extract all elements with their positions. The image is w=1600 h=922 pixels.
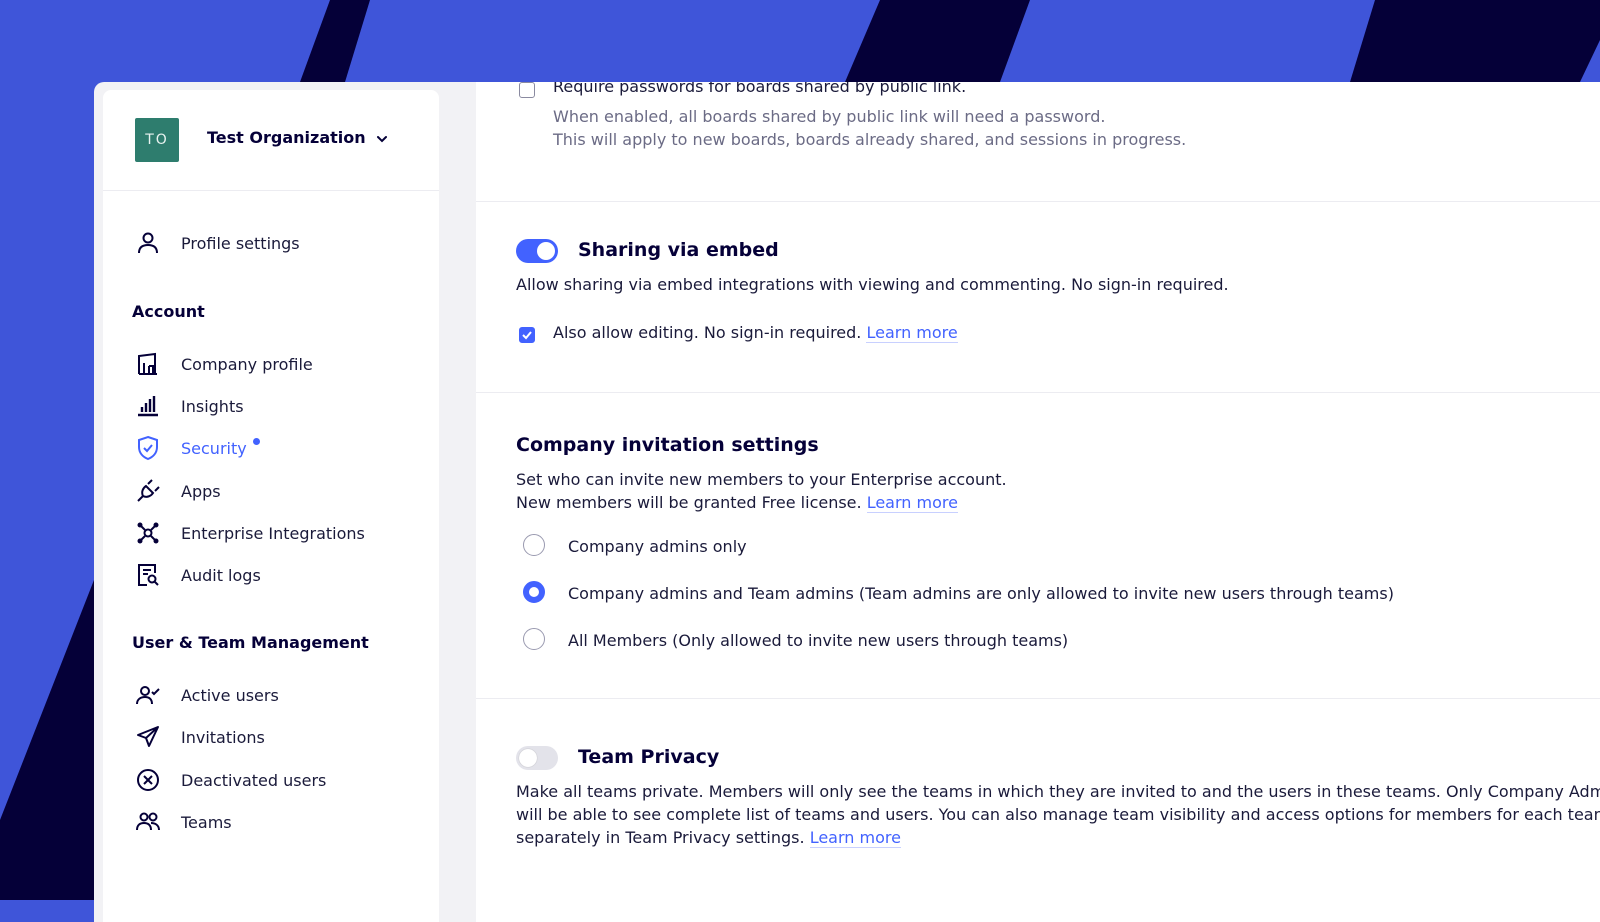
- require-password-label: Require passwords for boards shared by p…: [553, 82, 967, 96]
- require-password-description-1: When enabled, all boards shared by publi…: [553, 107, 1106, 126]
- sidebar-item-company-profile[interactable]: Company profile: [135, 349, 425, 379]
- audit-log-icon: [138, 564, 159, 586]
- integrations-icon: [137, 522, 159, 544]
- notification-dot: [252, 437, 260, 445]
- user-check-icon: [136, 686, 160, 705]
- require-password-checkbox[interactable]: [519, 82, 535, 98]
- divider: [476, 201, 1600, 202]
- sharing-embed-toggle[interactable]: [516, 239, 558, 263]
- learn-more-link[interactable]: Learn more: [809, 828, 901, 848]
- shield-check-icon: [138, 435, 158, 461]
- account-heading: Account: [132, 302, 205, 321]
- org-name: Test Organization: [207, 128, 366, 147]
- team-privacy-line-1: Make all teams private. Members will onl…: [516, 782, 1600, 801]
- settings-content: Require passwords for boards shared by p…: [476, 82, 1600, 922]
- sidebar-item-invitations[interactable]: Invitations: [135, 722, 425, 752]
- sidebar-item-label: Active users: [181, 685, 279, 705]
- invitation-description-2: New members will be granted Free license…: [516, 493, 862, 512]
- team-privacy-line-3: separately in Team Privacy settings.: [516, 828, 805, 847]
- radio-company-admins-only[interactable]: [523, 534, 545, 556]
- invitation-description-1: Set who can invite new members to your E…: [516, 470, 1007, 489]
- users-icon: [136, 812, 160, 831]
- divider: [476, 698, 1600, 699]
- divider: [476, 392, 1600, 393]
- sidebar-item-enterprise-integrations[interactable]: Enterprise Integrations: [135, 518, 425, 548]
- sidebar-item-apps[interactable]: Apps: [135, 476, 425, 506]
- allow-editing-label: Also allow editing. No sign-in required.: [553, 323, 862, 342]
- allow-editing-text: Also allow editing. No sign-in required.…: [553, 323, 958, 343]
- sidebar-item-deactivated-users[interactable]: Deactivated users: [135, 765, 425, 795]
- app-window: TO Test Organization Profile settings Ac…: [94, 82, 1600, 922]
- sidebar-item-label: Security: [181, 438, 247, 458]
- learn-more-link[interactable]: Learn more: [866, 493, 958, 513]
- sidebar-item-active-users[interactable]: Active users: [135, 680, 425, 710]
- chevron-down-icon[interactable]: [376, 134, 388, 144]
- learn-more-link[interactable]: Learn more: [866, 323, 958, 343]
- sidebar-item-label: Enterprise Integrations: [181, 523, 365, 543]
- sharing-embed-description: Allow sharing via embed integrations wit…: [516, 275, 1229, 294]
- sidebar-item-security[interactable]: Security: [135, 433, 425, 463]
- sidebar-item-label: Audit logs: [181, 565, 261, 585]
- team-privacy-line-2: will be able to see complete list of tea…: [516, 805, 1600, 824]
- building-icon: [138, 352, 157, 375]
- paper-plane-icon: [137, 726, 159, 747]
- sidebar-item-label: Apps: [181, 481, 221, 501]
- user-team-management-heading: User & Team Management: [132, 633, 369, 652]
- bar-chart-icon: [138, 396, 158, 417]
- sidebar-item-insights[interactable]: Insights: [135, 391, 425, 421]
- toggle-knob: [537, 242, 555, 260]
- checkmark-icon: [522, 331, 532, 340]
- sidebar-item-label: Profile settings: [181, 233, 300, 253]
- organization-switcher[interactable]: TO Test Organization: [103, 90, 439, 191]
- sidebar-item-label: Teams: [181, 812, 232, 832]
- require-password-description-2: This will apply to new boards, boards al…: [553, 130, 1187, 149]
- sidebar-item-label: Invitations: [181, 727, 265, 747]
- x-circle-icon: [137, 769, 159, 791]
- team-privacy-description: Make all teams private. Members will onl…: [516, 780, 1600, 849]
- sidebar-item-teams[interactable]: Teams: [135, 807, 425, 837]
- sidebar-item-label: Insights: [181, 396, 244, 416]
- sidebar-item-profile-settings[interactable]: Profile settings: [135, 228, 425, 258]
- radio-company-and-team-admins[interactable]: [523, 581, 545, 603]
- radio-label: All Members (Only allowed to invite new …: [568, 631, 1069, 650]
- sidebar: TO Test Organization Profile settings Ac…: [103, 90, 439, 922]
- radio-label: Company admins only: [568, 537, 747, 556]
- org-avatar: TO: [135, 118, 179, 162]
- sidebar-item-label: Deactivated users: [181, 770, 327, 790]
- user-icon: [138, 232, 158, 254]
- radio-label: Company admins and Team admins (Team adm…: [568, 584, 1394, 603]
- radio-all-members[interactable]: [523, 628, 545, 650]
- allow-editing-checkbox[interactable]: [519, 327, 535, 343]
- plug-icon: [137, 479, 160, 502]
- team-privacy-title: Team Privacy: [578, 746, 720, 768]
- sidebar-item-label: Company profile: [181, 354, 313, 374]
- sharing-embed-title: Sharing via embed: [578, 239, 779, 261]
- team-privacy-line-3-wrap: separately in Team Privacy settings. Lea…: [516, 826, 1600, 849]
- toggle-knob: [519, 749, 537, 767]
- invitation-settings-title: Company invitation settings: [516, 434, 819, 456]
- team-privacy-toggle[interactable]: [516, 746, 558, 770]
- invitation-description-2-line: New members will be granted Free license…: [516, 493, 958, 513]
- sidebar-item-audit-logs[interactable]: Audit logs: [135, 560, 425, 590]
